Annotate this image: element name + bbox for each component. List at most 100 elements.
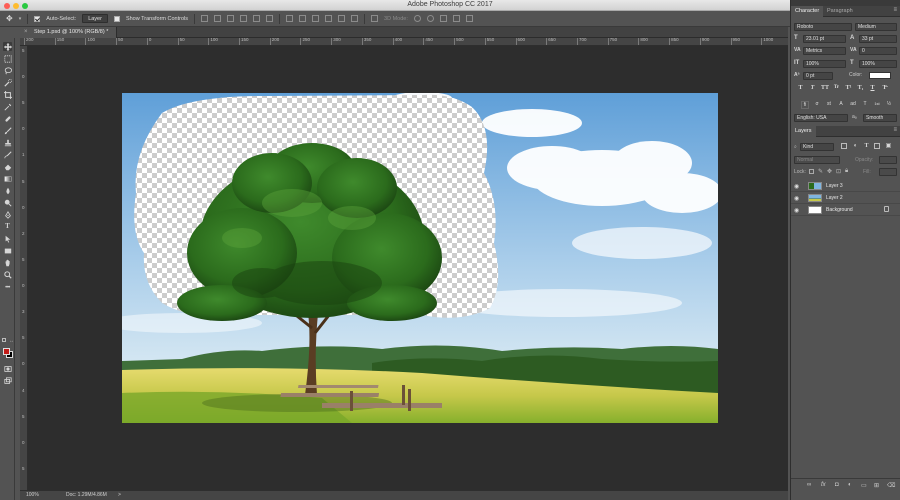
foreground-color-swatch[interactable]	[3, 348, 10, 355]
layer-row-background[interactable]: ◉ Background	[791, 204, 900, 216]
lock-artboard-icon[interactable]: ⊡	[836, 168, 841, 175]
align-top-icon[interactable]	[201, 15, 209, 22]
layer-filter-dropdown[interactable]: Kind	[800, 143, 834, 151]
horizontal-ruler[interactable]: 200 150 100 50 0 50 100 150 200 250 300 350 400 450 50…	[20, 38, 788, 46]
filter-shape-icon[interactable]	[874, 143, 880, 149]
move-tool-preset-icon[interactable]: ✥	[6, 14, 13, 23]
vertical-ruler[interactable]: 5 0 5 0 1 5 0 2 5 0 3 5 0 4 5 0 5	[20, 46, 28, 490]
align-bottom-icon[interactable]	[227, 15, 235, 22]
blur-icon[interactable]	[3, 186, 12, 195]
type-icon[interactable]: T	[3, 222, 12, 231]
strikethrough-button[interactable]: T̶	[881, 85, 888, 93]
canvas-workspace[interactable]	[28, 46, 788, 490]
3d-roll-icon[interactable]	[426, 15, 434, 22]
filter-smart-object-icon[interactable]: ▣	[885, 143, 892, 150]
all-caps-button[interactable]: TT	[821, 85, 829, 93]
old-style-button[interactable]: σ	[813, 101, 821, 109]
stylistic-alternates-button[interactable]: st	[825, 101, 833, 109]
leading-field[interactable]: 33 pt	[859, 35, 897, 43]
healing-icon[interactable]	[3, 114, 12, 123]
eraser-icon[interactable]	[3, 162, 12, 171]
marquee-icon[interactable]	[3, 54, 12, 63]
align-right-icon[interactable]	[266, 15, 274, 22]
mask-icon[interactable]: ◘	[835, 482, 839, 488]
visibility-eye-icon[interactable]: ◉	[794, 183, 799, 190]
baseline-shift-field[interactable]: 0 pt	[803, 72, 833, 80]
layer-row-layer-3[interactable]: ◉ Layer 3	[791, 180, 900, 192]
3d-scale-icon[interactable]	[465, 15, 473, 22]
align-vcenter-icon[interactable]	[214, 15, 222, 22]
zoom-icon[interactable]	[3, 270, 12, 279]
quick-select-icon[interactable]	[3, 78, 12, 87]
font-size-field[interactable]: 23.01 pt	[803, 35, 846, 43]
font-style-dropdown[interactable]: Medium	[855, 23, 897, 31]
language-dropdown[interactable]: English: USA	[794, 114, 848, 122]
dodge-icon[interactable]	[3, 198, 12, 207]
brush-icon[interactable]	[3, 126, 12, 135]
fx-icon[interactable]: fx	[821, 482, 826, 488]
small-caps-button[interactable]: Tr	[833, 85, 840, 93]
ordinals-button[interactable]: 1st	[873, 101, 881, 109]
discretionary-ligatures-button[interactable]: ad	[849, 101, 857, 109]
hand-icon[interactable]	[3, 258, 12, 267]
panel-menu-icon[interactable]: ≡	[893, 7, 897, 13]
fractions-button[interactable]: ½	[885, 101, 893, 109]
close-tab-icon[interactable]: ×	[24, 27, 28, 38]
quick-mask-icon[interactable]	[3, 364, 12, 373]
subscript-button[interactable]: T₁	[857, 85, 864, 93]
document-canvas[interactable]	[122, 93, 718, 423]
tool-preset-chevron-icon[interactable]: ▾	[19, 16, 22, 22]
distribute-left-icon[interactable]	[325, 15, 333, 22]
align-hcenter-icon[interactable]	[253, 15, 261, 22]
lasso-icon[interactable]	[3, 66, 12, 75]
distribute-bottom-icon[interactable]	[312, 15, 320, 22]
visibility-eye-icon[interactable]: ◉	[794, 207, 799, 214]
vertical-scale-field[interactable]: 100%	[803, 60, 846, 68]
auto-select-target-dropdown[interactable]: Layer	[82, 14, 108, 23]
move-icon[interactable]	[3, 42, 12, 51]
tab-character[interactable]: Character	[791, 6, 824, 17]
lock-transparent-icon[interactable]	[809, 169, 814, 174]
lock-pixels-icon[interactable]: ✎	[818, 168, 823, 175]
path-select-icon[interactable]	[3, 234, 12, 243]
3d-orbit-icon[interactable]	[413, 15, 421, 22]
text-color-swatch[interactable]	[869, 72, 891, 79]
status-menu-arrow[interactable]: >	[118, 491, 121, 500]
distribute-right-icon[interactable]	[351, 15, 359, 22]
adjustment-icon[interactable]: ◐	[848, 482, 852, 488]
new-layer-icon[interactable]: ⊞	[874, 482, 879, 489]
filter-adjustment-icon[interactable]: ◐	[852, 143, 859, 150]
layer-row-layer-2[interactable]: ◉ Layer 2	[791, 192, 900, 204]
crop-icon[interactable]	[3, 90, 12, 99]
titling-alternates-button[interactable]: T	[861, 101, 869, 109]
swap-colors-icon[interactable]: ↔	[9, 338, 14, 344]
layer-lock-icon[interactable]	[884, 206, 889, 212]
superscript-button[interactable]: T¹	[845, 85, 852, 93]
document-size[interactable]: Doc: 1.29M/4.86M	[66, 491, 107, 500]
ligatures-button[interactable]: fi	[801, 101, 809, 109]
lock-position-icon[interactable]: ✥	[827, 168, 832, 175]
zoom-level[interactable]: 100%	[26, 491, 39, 500]
faux-bold-button[interactable]: T	[797, 85, 804, 93]
fill-field[interactable]	[879, 168, 897, 176]
horizontal-scale-field[interactable]: 100%	[859, 60, 897, 68]
swash-button[interactable]: A	[837, 101, 845, 109]
rectangle-icon[interactable]	[3, 246, 12, 255]
document-tab[interactable]: × Step 1.psd @ 100% (RGB/8) *	[20, 27, 118, 38]
pen-icon[interactable]	[3, 210, 12, 219]
show-transform-checkbox[interactable]	[113, 15, 120, 22]
gradient-icon[interactable]	[3, 174, 12, 183]
trash-icon[interactable]: ⌫	[887, 482, 895, 489]
opacity-field[interactable]	[879, 156, 897, 164]
distribute-top-icon[interactable]	[286, 15, 294, 22]
kerning-field[interactable]: Metrics	[803, 47, 846, 55]
filter-pixel-icon[interactable]	[841, 143, 847, 149]
filter-type-icon[interactable]: T	[863, 143, 870, 150]
underline-button[interactable]: T	[869, 85, 876, 93]
3d-slide-icon[interactable]	[452, 15, 460, 22]
history-brush-icon[interactable]	[3, 150, 12, 159]
auto-select-checkbox[interactable]	[34, 15, 41, 22]
visibility-eye-icon[interactable]: ◉	[794, 195, 799, 202]
screen-mode-icon[interactable]	[3, 376, 12, 385]
tracking-field[interactable]: 0	[859, 47, 897, 55]
